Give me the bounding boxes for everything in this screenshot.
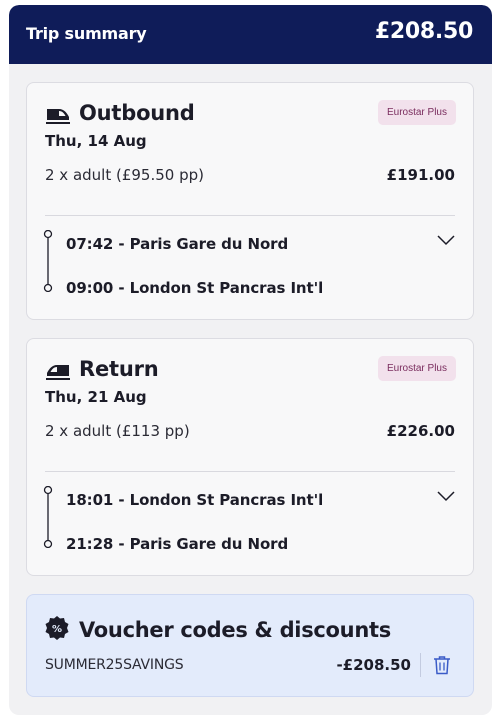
return-passengers: 2 x adult (£113 pp) <box>45 422 190 440</box>
discount-icon: % <box>45 616 69 640</box>
train-icon <box>46 109 70 124</box>
outbound-price: £191.00 <box>386 166 455 184</box>
outbound-arrival: 09:00 - London St Pancras Int'l <box>66 279 324 297</box>
divider <box>45 215 455 216</box>
journey-timeline <box>43 230 53 292</box>
outbound-date: Thu, 14 Aug <box>45 132 147 150</box>
voucher-title: Voucher codes & discounts <box>79 618 391 642</box>
outbound-passengers: 2 x adult (£95.50 pp) <box>45 166 204 184</box>
trip-summary-panel: Trip summary £208.50 Outbound Eurostar P… <box>9 5 492 715</box>
train-icon <box>46 365 70 380</box>
return-price: £226.00 <box>386 422 455 440</box>
journey-timeline <box>43 486 53 548</box>
voucher-code: SUMMER25SAVINGS <box>45 657 184 673</box>
return-arrival: 21:28 - Paris Gare du Nord <box>66 535 289 553</box>
trip-total-price: £208.50 <box>374 19 473 44</box>
voucher-section: % Voucher codes & discounts SUMMER25SAVI… <box>26 594 474 697</box>
divider <box>45 471 455 472</box>
divider <box>420 653 421 677</box>
fare-class-badge: Eurostar Plus <box>377 356 456 381</box>
trip-summary-header: Trip summary £208.50 <box>9 5 492 64</box>
chevron-down-icon[interactable] <box>437 490 455 502</box>
outbound-title: Outbound <box>79 101 195 125</box>
chevron-down-icon[interactable] <box>437 234 455 246</box>
return-title: Return <box>79 357 159 381</box>
outbound-card: Outbound Eurostar Plus Thu, 14 Aug 2 x a… <box>26 82 474 320</box>
header-title: Trip summary <box>26 24 147 43</box>
outbound-departure: 07:42 - Paris Gare du Nord <box>66 235 289 253</box>
fare-class-badge: Eurostar Plus <box>377 100 456 125</box>
trash-icon[interactable] <box>433 655 451 675</box>
voucher-discount-amount: -£208.50 <box>336 656 411 674</box>
svg-text:%: % <box>52 624 62 635</box>
return-date: Thu, 21 Aug <box>45 388 147 406</box>
return-departure: 18:01 - London St Pancras Int'l <box>66 491 324 509</box>
return-card: Return Eurostar Plus Thu, 21 Aug 2 x adu… <box>26 338 474 576</box>
